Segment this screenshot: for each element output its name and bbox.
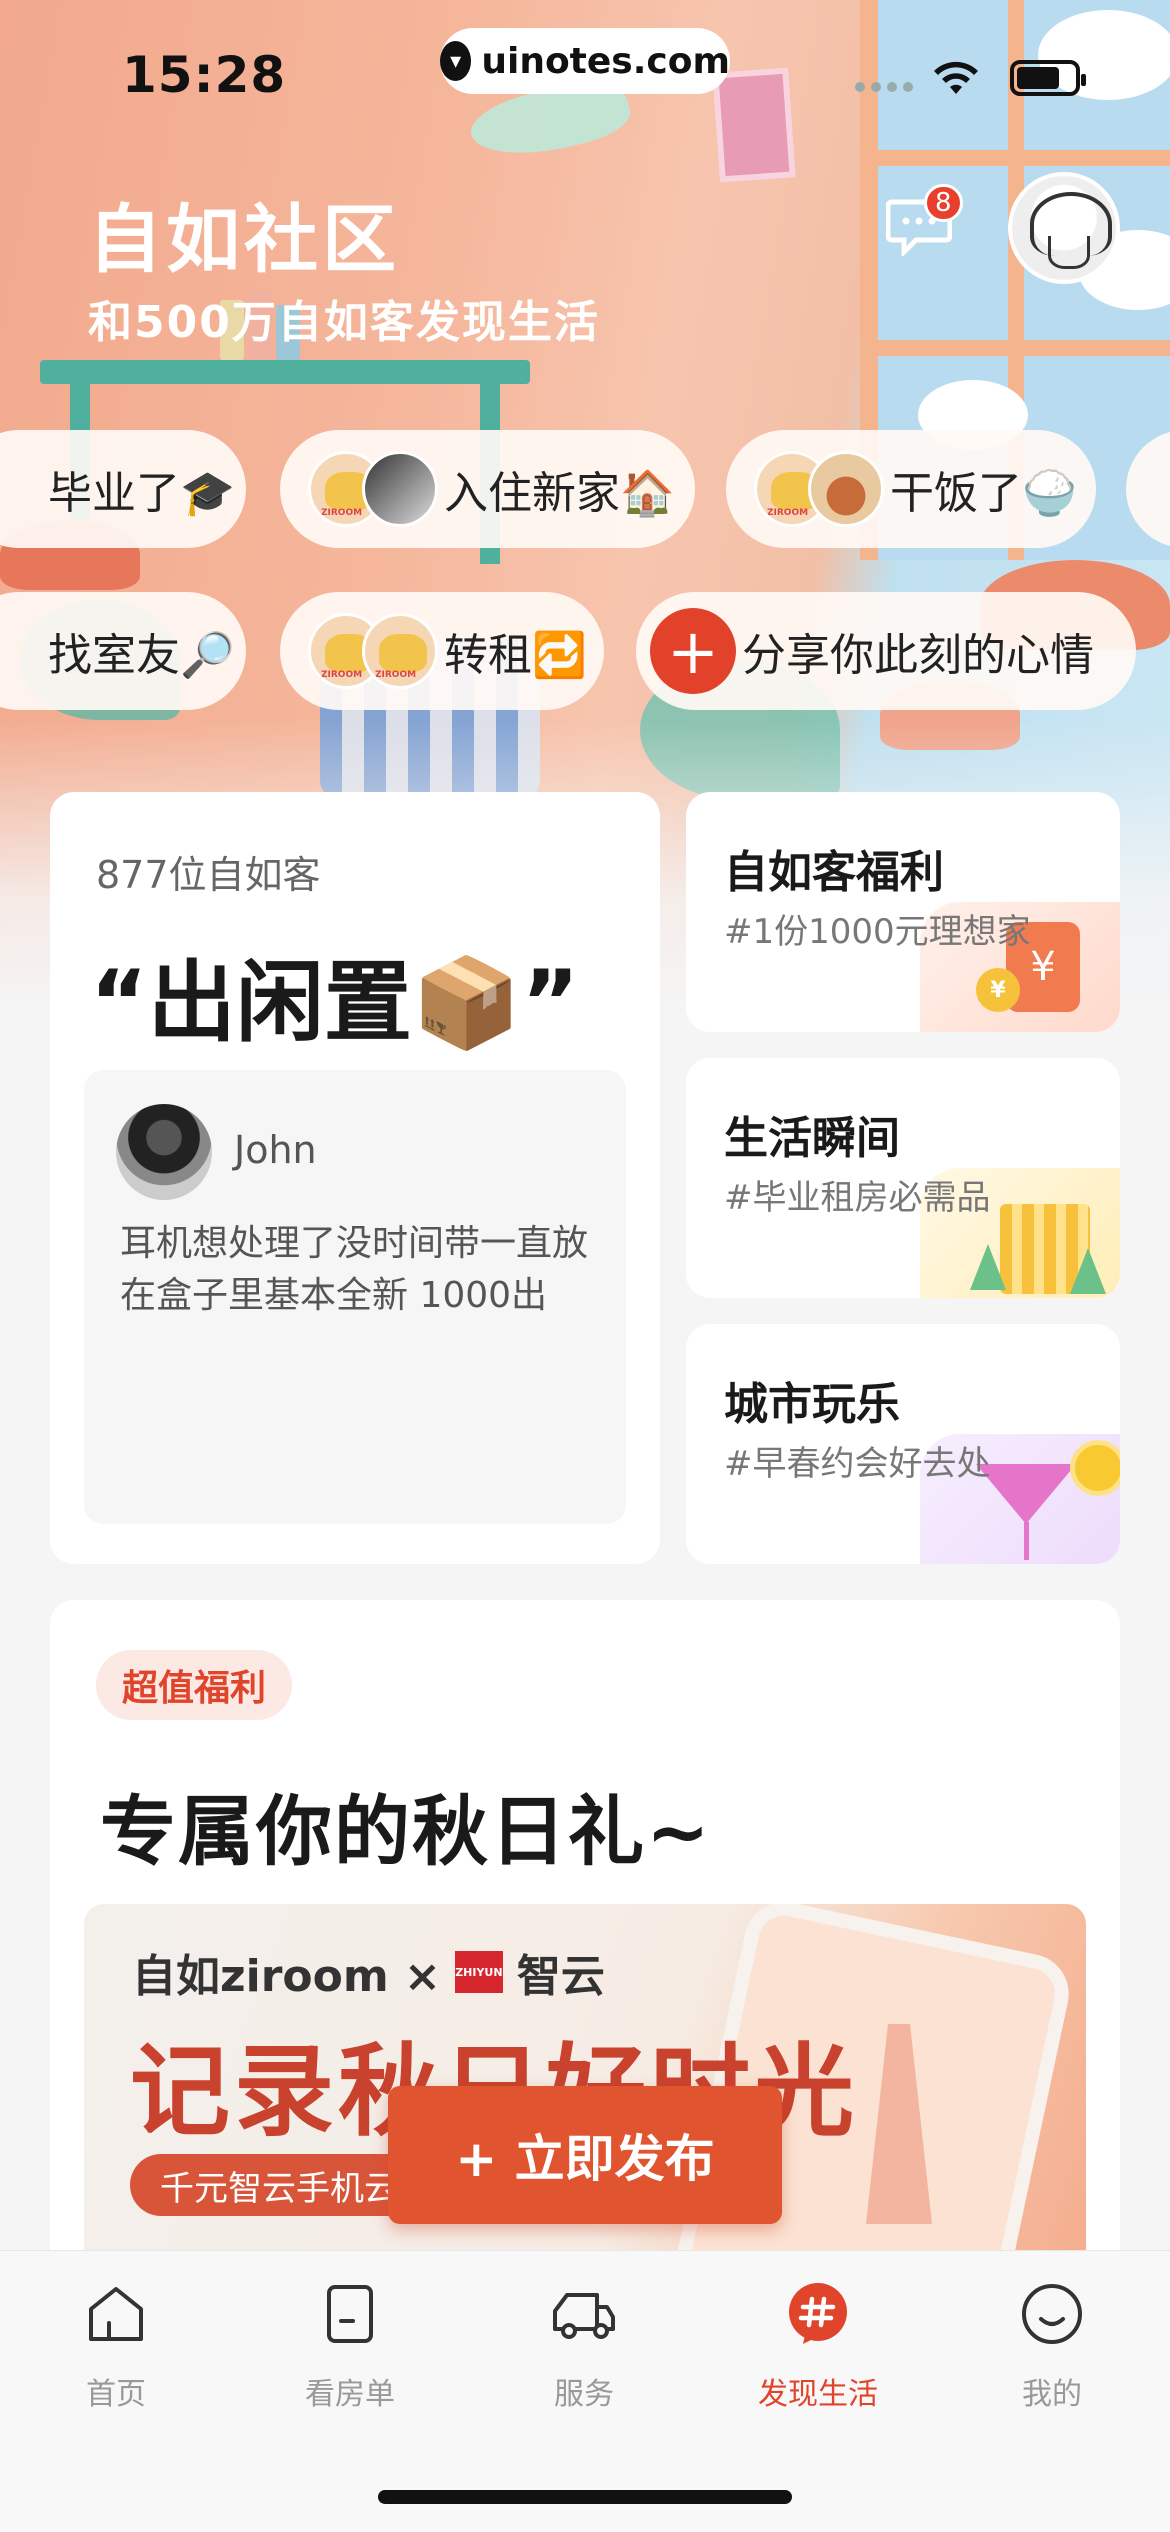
avatar [116,1104,212,1200]
benefit-tag: 超值福利 [96,1650,293,1720]
tab-label: 我的 [1022,2377,1082,2412]
avatar [808,451,884,527]
tab-viewing-list[interactable]: 看房单 [260,2281,440,2421]
tab-services[interactable]: 服务 [494,2281,674,2421]
share-mood-chip[interactable]: + 分享你此刻的心情 [636,592,1136,710]
shelf-illustration [40,360,530,384]
side-card-subtitle: #早春约会好去处 [724,1444,991,1484]
home-icon [89,2287,143,2341]
tab-discover-life[interactable]: 发现生活 [728,2281,908,2421]
message-badge: 8 [924,184,963,222]
battery-icon [1010,60,1086,96]
status-time: 15:28 [122,46,287,104]
user-avatar[interactable] [1008,172,1120,284]
home-indicator[interactable] [378,2490,792,2504]
side-card-benefits[interactable]: ¥ ¥ 自如客福利 #1份1000元理想家 [686,792,1120,1032]
tab-label: 发现生活 [758,2377,878,2412]
topic-chip-graduation[interactable]: 毕业了🎓 [0,430,246,548]
uinotes-logo-icon: ▾ [440,41,472,81]
page-subtitle: 和500万自如客发现生活 [88,297,600,348]
app-screen: 15:28 ▾ uinotes.com 自如社区 和500万自如客发现生活 8 … [0,0,1170,2532]
brand-text: 自如ziroom × [132,1951,441,2002]
tab-label: 服务 [554,2377,614,2412]
wifi-icon [934,61,978,94]
post-text: 耳机想处理了没时间带一直放在盒子里基本全新 1000出 [120,1223,589,1316]
topic-chip-meal[interactable]: 干饭了🍚 [726,430,1096,548]
post-username: John [234,1128,317,1172]
url-pill: ▾ uinotes.com [440,28,730,94]
poster-illustration [712,67,796,183]
topic-chip-move-in[interactable]: 入住新家🏠 [280,430,695,548]
topic-chip-label: 找室友🔎 [48,630,235,681]
add-icon: + [650,608,736,694]
topic-chip-label: 干饭了🍚 [890,468,1077,519]
avatar [362,451,438,527]
featured-topic-title: “出闲置📦” [90,951,580,1054]
participant-count: 877位自如客 [96,853,321,897]
side-card-life-moments[interactable]: 生活瞬间 #毕业租房必需品 [686,1058,1120,1298]
featured-post[interactable]: John 耳机想处理了没时间带一直放在盒子里基本全新 1000出 [84,1070,626,1524]
document-icon [327,2285,373,2343]
side-card-city-fun[interactable]: 城市玩乐 #早春约会好去处 [686,1324,1120,1564]
side-card-subtitle: #毕业租房必需品 [724,1178,991,1218]
topic-chip-sublet[interactable]: 转租🔁 [280,592,604,710]
url-text: uinotes.com [481,40,730,82]
avatar [362,613,438,689]
tab-label: 看房单 [305,2377,395,2412]
topic-chip-label: 毕业了🎓 [48,468,235,519]
side-card-subtitle: #1份1000元理想家 [724,912,1031,952]
topic-chip-roommate[interactable]: 找室友🔎 [0,592,246,710]
hashtag-icon [789,2283,847,2344]
topic-chip-label: 转租🔁 [444,630,587,681]
publish-button[interactable]: + 立即发布 [388,2086,782,2224]
tab-label: 首页 [86,2377,146,2412]
topic-chip-label: 入住新家🏠 [444,468,675,519]
zhiyun-logo: ZHIYUN [454,1951,503,1993]
smiley-icon [1022,2284,1082,2344]
tab-home[interactable]: 首页 [26,2281,206,2421]
side-card-title: 城市玩乐 [724,1379,900,1430]
truck-icon [553,2293,615,2339]
brand-text-2: 智云 [516,1951,605,2002]
cellular-signal-icon [855,82,913,92]
tab-profile[interactable]: 我的 [962,2281,1142,2421]
banner-brand: 自如ziroom × ZHIYUN 智云 [132,1940,605,2004]
side-card-title: 生活瞬间 [724,1113,900,1164]
page-title: 自如社区 [88,197,400,283]
side-card-title: 自如客福利 [724,847,944,898]
featured-topic-card[interactable]: 877位自如客 “出闲置📦” John 耳机想处理了没时间带一直放在盒子里基本全… [50,792,660,1564]
share-mood-label: 分享你此刻的心情 [742,630,1094,681]
benefit-title: 专属你的秋日礼~ [100,1787,712,1876]
